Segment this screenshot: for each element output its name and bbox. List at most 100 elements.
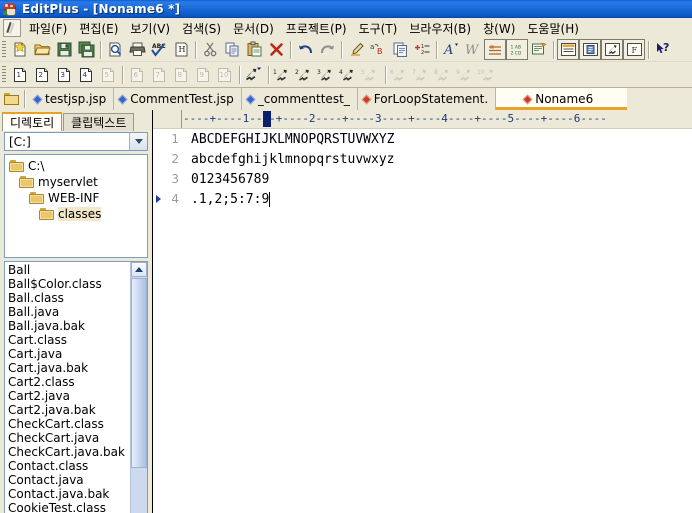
list-item[interactable]: Contact.java.bak: [7, 487, 130, 501]
print-icon[interactable]: [126, 39, 148, 60]
duplicate-line-icon[interactable]: [389, 39, 411, 60]
spell-check-icon[interactable]: ABC: [148, 39, 170, 60]
tree-item-myservlet[interactable]: myservlet: [5, 174, 147, 190]
tab-label: ForLoopStatement.: [373, 92, 489, 106]
function-list-icon[interactable]: F: [623, 39, 645, 60]
list-item[interactable]: Cart.java.bak: [7, 361, 130, 375]
line-numbers-icon[interactable]: 1 AB 2 CD: [506, 39, 528, 60]
cut-icon[interactable]: [199, 39, 221, 60]
menu-item-project[interactable]: 프로젝트(P): [280, 18, 353, 39]
highlight-icon[interactable]: [345, 39, 367, 60]
paste-icon[interactable]: [243, 39, 265, 60]
list-item[interactable]: Cart.java: [7, 347, 130, 361]
context-help-icon[interactable]: ?: [652, 39, 674, 60]
list-item[interactable]: Cart2.class: [7, 375, 130, 389]
tree-item-root[interactable]: C:\: [5, 158, 147, 174]
menu-item-help[interactable]: 도움말(H): [521, 18, 585, 39]
browser-3-icon[interactable]: 3: [316, 64, 338, 85]
svg-text:4: 4: [339, 69, 343, 76]
toolbar-grip[interactable]: [2, 65, 6, 84]
document-tab-commenttest[interactable]: CommentTest.jsp: [114, 88, 242, 110]
list-item[interactable]: CheckCart.java: [7, 431, 130, 445]
list-item[interactable]: Ball.java.bak: [7, 319, 130, 333]
list-item[interactable]: CookieTest.class: [7, 501, 130, 513]
menu-item-edit[interactable]: 편집(E): [73, 18, 124, 39]
list-item[interactable]: Ball$Color.class: [7, 277, 130, 291]
code-area[interactable]: 1 ABCDEFGHIJKLMNOPQRSTUVWXYZ 2 abcdefghi…: [153, 129, 692, 513]
svg-text:ABC: ABC: [152, 43, 166, 50]
user-tool-1-icon[interactable]: 1: [9, 64, 31, 85]
menu-item-search[interactable]: 검색(S): [176, 18, 227, 39]
toolbar-grip[interactable]: [2, 40, 6, 59]
document-selector-icon[interactable]: [557, 39, 579, 60]
browser-2-icon[interactable]: 2: [294, 64, 316, 85]
copy-icon[interactable]: [221, 39, 243, 60]
menu-item-document[interactable]: 문서(D): [227, 18, 280, 39]
drive-selector[interactable]: [C:]: [4, 132, 148, 151]
undo-icon[interactable]: [294, 39, 316, 60]
list-item[interactable]: Ball.java: [7, 305, 130, 319]
code-line-current[interactable]: 4 .1,2;5:7:9: [153, 189, 692, 209]
preview-browser-icon[interactable]: [528, 39, 550, 60]
list-item[interactable]: Ball: [7, 263, 130, 277]
output-window-icon[interactable]: [579, 39, 601, 60]
tree-item-web-inf[interactable]: WEB-INF: [5, 190, 147, 206]
menu-item-view[interactable]: 보기(V): [124, 18, 176, 39]
user-tool-2-icon[interactable]: 2: [31, 64, 53, 85]
document-tab-testjsp[interactable]: testjsp.jsp: [29, 88, 115, 110]
scrollbar-thumb[interactable]: [131, 278, 147, 468]
new-file-icon[interactable]: [9, 39, 31, 60]
menu-item-tools[interactable]: 도구(T): [353, 18, 404, 39]
font-icon[interactable]: A: [440, 39, 462, 60]
code-line[interactable]: 1 ABCDEFGHIJKLMNOPQRSTUVWXYZ: [153, 129, 692, 149]
list-item[interactable]: Contact.java: [7, 473, 130, 487]
word-wrap-icon[interactable]: W: [462, 39, 484, 60]
chevron-down-icon[interactable]: [129, 133, 147, 150]
indent-icon[interactable]: 1 2: [411, 39, 433, 60]
user-tool-3-icon[interactable]: 3: [53, 64, 75, 85]
list-item[interactable]: CheckCart.java.bak: [7, 445, 130, 459]
list-item[interactable]: Cart.class: [7, 333, 130, 347]
list-item[interactable]: Cart2.java: [7, 389, 130, 403]
header-footer-icon[interactable]: H: [170, 39, 192, 60]
list-item[interactable]: Ball.class: [7, 291, 130, 305]
document-tab-forloopstatement[interactable]: ForLoopStatement.: [358, 88, 497, 110]
browser-default-icon[interactable]: [243, 64, 265, 85]
list-item[interactable]: Contact.class: [7, 459, 130, 473]
folder-icon[interactable]: [0, 88, 22, 110]
open-file-icon[interactable]: [31, 39, 53, 60]
document-tab-commenttest-jsp[interactable]: _commenttest__jsp: [242, 88, 358, 110]
browser-4-icon[interactable]: 4: [338, 64, 360, 85]
menu-item-browser[interactable]: 브라우저(B): [403, 18, 477, 39]
svg-text:6: 6: [390, 69, 394, 76]
tree-item-classes[interactable]: classes: [5, 206, 147, 222]
delete-icon[interactable]: [265, 39, 287, 60]
save-all-icon[interactable]: [75, 39, 97, 60]
drive-selector-value: [C:]: [9, 134, 31, 149]
save-icon[interactable]: [53, 39, 75, 60]
scroll-up-icon[interactable]: [131, 262, 147, 277]
code-line[interactable]: 3 0123456789: [153, 169, 692, 189]
list-item[interactable]: CheckCart.class: [7, 417, 130, 431]
file-list-scrollbar[interactable]: [130, 262, 147, 513]
menu-item-file[interactable]: 파일(F): [23, 18, 73, 39]
list-item[interactable]: Cart2.java.bak: [7, 403, 130, 417]
toolbar-separator: [290, 40, 291, 59]
tab-marker-icon: [32, 94, 43, 104]
panel-tab-directory[interactable]: 디렉토리: [2, 112, 63, 131]
toolbar-separator: [436, 40, 437, 59]
redo-icon[interactable]: [316, 39, 338, 60]
document-tab-noname6[interactable]: Noname6: [496, 88, 628, 110]
editor-pane[interactable]: ----+----1----+----2----+----3----+----4…: [152, 110, 692, 513]
user-tool-4-icon[interactable]: 4: [75, 64, 97, 85]
panel-tab-cliptext[interactable]: 클립텍스트: [63, 113, 135, 131]
browser-1-icon[interactable]: 1: [272, 64, 294, 85]
show-spaces-icon[interactable]: [484, 39, 506, 60]
file-list[interactable]: Ball Ball$Color.class Ball.class Ball.ja…: [4, 261, 148, 513]
menu-item-window[interactable]: 창(W): [477, 18, 521, 39]
replace-icon[interactable]: a B: [367, 39, 389, 60]
print-preview-icon[interactable]: [104, 39, 126, 60]
folder-tree[interactable]: C:\ myservlet WEB-INF classes: [4, 154, 148, 258]
directory-window-icon[interactable]: [601, 39, 623, 60]
code-line[interactable]: 2 abcdefghijklmnopqrstuvwxyz: [153, 149, 692, 169]
